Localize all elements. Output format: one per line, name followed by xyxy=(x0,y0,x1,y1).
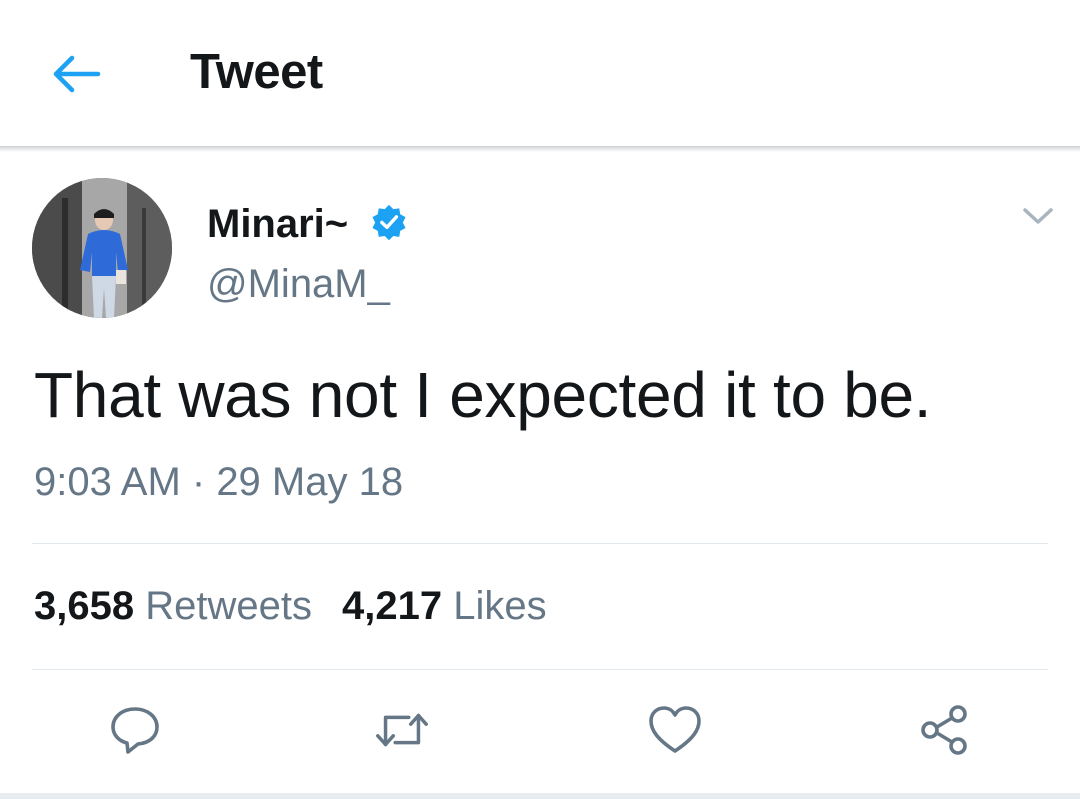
retweet-icon xyxy=(376,713,428,747)
tweet-timestamp: 9:03 AM · 29 May 18 xyxy=(34,460,403,505)
share-button[interactable] xyxy=(914,700,974,760)
chevron-down-icon xyxy=(1023,208,1053,224)
back-button[interactable] xyxy=(46,48,106,100)
page-title: Tweet xyxy=(190,45,323,99)
reply-button[interactable] xyxy=(105,700,165,760)
verified-badge-icon xyxy=(372,204,406,241)
tweet-time: 9:03 AM xyxy=(34,460,181,504)
tweet-date: 29 May 18 xyxy=(216,460,404,504)
retweets-stat[interactable]: 3,658 Retweets xyxy=(34,584,312,628)
bottom-divider xyxy=(0,793,1080,799)
avatar-photo xyxy=(32,178,172,318)
retweets-count: 3,658 xyxy=(34,584,135,628)
like-icon xyxy=(649,706,701,753)
likes-label: Likes xyxy=(442,584,547,628)
share-icon xyxy=(921,705,967,755)
like-button[interactable] xyxy=(645,700,705,760)
tweet-detail-screen: Tweet Minari~ @MinaM_ That was not I exp… xyxy=(0,0,1080,799)
engagement-stats: 3,658 Retweets 4,217 Likes xyxy=(34,584,547,629)
top-app-bar: Tweet xyxy=(0,0,1080,146)
likes-stat[interactable]: 4,217 Likes xyxy=(342,584,547,628)
retweets-label: Retweets xyxy=(134,584,312,628)
arrow-left-icon xyxy=(53,55,101,93)
header-divider xyxy=(0,146,1080,152)
likes-count: 4,217 xyxy=(341,584,443,628)
meta-separator: · xyxy=(180,460,217,504)
tweet-text: That was not I expected it to be. xyxy=(34,359,932,431)
divider xyxy=(32,669,1048,670)
author-display-name[interactable]: Minari~ xyxy=(207,202,348,247)
author-handle[interactable]: @MinaM_ xyxy=(207,262,390,307)
tweet-menu-button[interactable] xyxy=(1018,200,1058,232)
avatar[interactable] xyxy=(32,178,172,318)
divider xyxy=(32,543,1048,544)
reply-icon xyxy=(111,707,159,754)
retweet-button[interactable] xyxy=(372,700,432,760)
